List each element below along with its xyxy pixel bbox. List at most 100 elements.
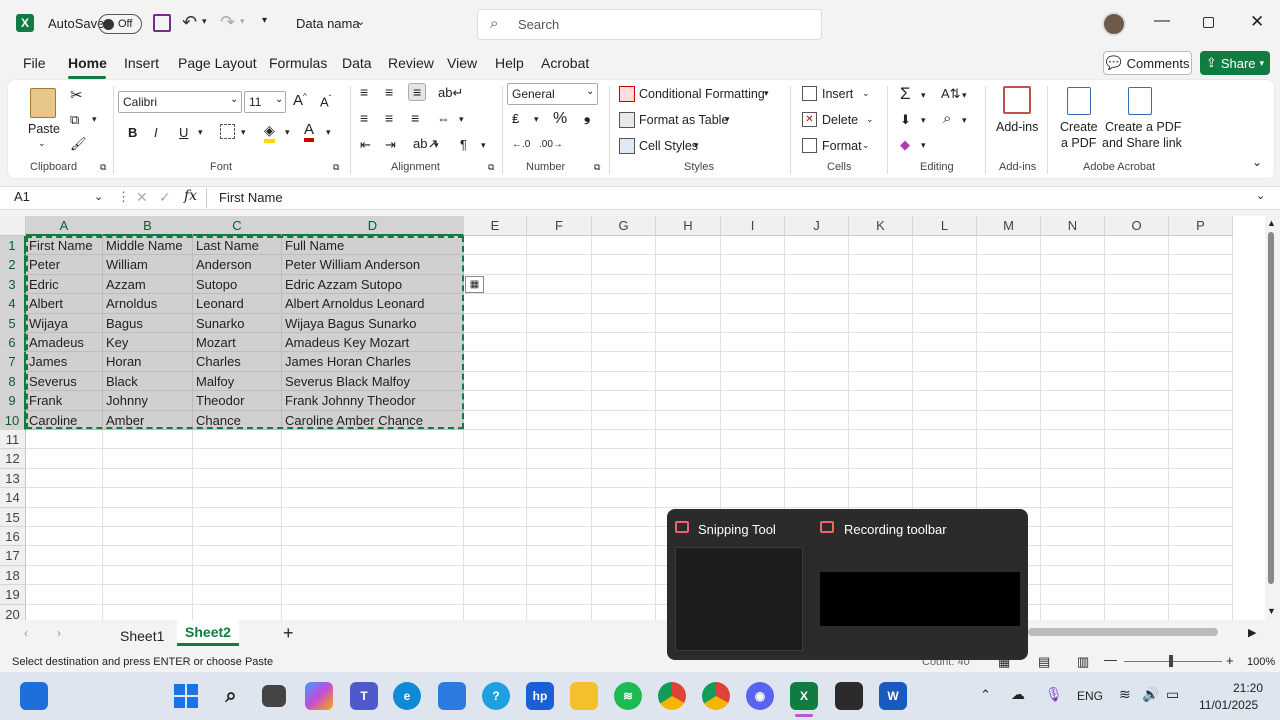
create-share-line2[interactable]: and Share link [1102,136,1182,150]
cell-K7[interactable] [849,352,913,372]
cell-O2[interactable] [1105,255,1169,275]
column-header-N[interactable]: N [1041,216,1105,236]
save-icon[interactable] [153,14,171,32]
cell-G12[interactable] [592,449,656,469]
cell-I11[interactable] [721,430,785,450]
cell-H7[interactable] [656,352,721,372]
sort-filter-dropdown-icon[interactable]: ▾ [962,90,967,101]
cell-G11[interactable] [592,430,656,450]
row-header-3[interactable]: 3 [0,274,26,295]
cell-B18[interactable] [103,565,193,586]
cell-N9[interactable] [1041,391,1105,411]
zoom-thumb[interactable] [1169,655,1173,667]
cell-F18[interactable] [527,565,592,586]
cell-G19[interactable] [592,585,656,605]
text-direction-dropdown-icon[interactable]: ▾ [481,140,486,151]
cell-G5[interactable] [592,313,656,333]
cell-H8[interactable] [656,371,721,392]
cell-K6[interactable] [849,333,913,353]
cell-D13[interactable] [282,468,464,489]
wifi-icon[interactable]: ≋ [1119,686,1131,703]
cell-O3[interactable] [1105,274,1169,295]
cell-F8[interactable] [527,371,592,392]
cell-K11[interactable] [849,430,913,450]
prev-sheet-icon[interactable]: ‹ [24,626,28,640]
select-all-corner[interactable] [0,216,26,236]
cell-L1[interactable] [913,236,977,256]
cell-G13[interactable] [592,468,656,489]
cell-I6[interactable] [721,333,785,353]
menu-acrobat[interactable]: Acrobat [541,55,589,71]
cell-G8[interactable] [592,371,656,392]
cell-O5[interactable] [1105,313,1169,333]
copy-icon[interactable]: ⧉ [70,112,79,128]
clock-time[interactable]: 21:20 [1233,681,1263,695]
cell-G9[interactable] [592,391,656,411]
cell-I2[interactable] [721,255,785,275]
cell-K2[interactable] [849,255,913,275]
cell-G17[interactable] [592,546,656,566]
cell-P7[interactable] [1169,352,1233,372]
cell-M1[interactable] [977,236,1041,256]
cell-P14[interactable] [1169,488,1233,508]
column-header-M[interactable]: M [977,216,1041,236]
row-header-19[interactable]: 19 [0,585,26,605]
cell-M2[interactable] [977,255,1041,275]
cell-B19[interactable] [103,585,193,605]
cell-N12[interactable] [1041,449,1105,469]
cell-C15[interactable] [193,507,282,527]
cell-O10[interactable] [1105,410,1169,430]
cell-M13[interactable] [977,468,1041,489]
chrome-profile-icon[interactable] [702,682,730,710]
cell-I9[interactable] [721,391,785,411]
cell-F10[interactable] [527,410,592,430]
format-table-icon[interactable] [619,112,635,128]
column-header-H[interactable]: H [656,216,721,236]
search-taskbar-icon[interactable]: ⌕ [217,682,245,710]
snipping-taskbar-icon[interactable] [835,682,863,710]
row-header-13[interactable]: 13 [0,468,26,489]
cell-I7[interactable] [721,352,785,372]
volume-icon[interactable]: 🔊 [1142,686,1159,703]
page-break-view-icon[interactable]: ▥ [1077,654,1089,670]
font-launcher-icon[interactable]: ⧉ [333,162,339,173]
delete-cells-icon[interactable]: ✕ [802,112,817,127]
cell-M6[interactable] [977,333,1041,353]
more-options-icon[interactable]: ⋮ [117,189,130,205]
cell-G6[interactable] [592,333,656,353]
snipping-tool-title[interactable]: Snipping Tool [698,522,776,537]
cell-P18[interactable] [1169,565,1233,586]
cell-B17[interactable] [103,546,193,566]
cell-F15[interactable] [527,507,592,527]
cell-M9[interactable] [977,391,1041,411]
find-dropdown-icon[interactable]: ▾ [962,115,967,126]
cell-H14[interactable] [656,488,721,508]
cell-M8[interactable] [977,371,1041,392]
format-dropdown-icon[interactable]: ⌄ [862,140,870,151]
cell-P2[interactable] [1169,255,1233,275]
underline-dropdown-icon[interactable]: ▾ [198,127,203,138]
cell-P8[interactable] [1169,371,1233,392]
cell-H11[interactable] [656,430,721,450]
cell-A17[interactable] [26,546,103,566]
cell-H9[interactable] [656,391,721,411]
cell-F3[interactable] [527,274,592,295]
cell-I10[interactable] [721,410,785,430]
row-header-16[interactable]: 16 [0,527,26,547]
cell-J10[interactable] [785,410,849,430]
avatar[interactable] [1102,12,1126,36]
tray-chevron-icon[interactable]: ⌃ [980,687,991,703]
cell-O15[interactable] [1105,507,1169,527]
autosum-dropdown-icon[interactable]: ▾ [921,90,926,101]
cell-F4[interactable] [527,294,592,314]
font-name-chevron-icon[interactable]: ⌄ [230,94,238,105]
cell-E8[interactable] [464,371,527,392]
row-header-4[interactable]: 4 [0,294,26,314]
cell-N13[interactable] [1041,468,1105,489]
insert-cells-button[interactable]: Insert [822,87,853,101]
cell-K3[interactable] [849,274,913,295]
borders-icon[interactable] [220,124,235,139]
cell-H12[interactable] [656,449,721,469]
percent-icon[interactable]: % [553,110,567,128]
cell-F16[interactable] [527,527,592,547]
